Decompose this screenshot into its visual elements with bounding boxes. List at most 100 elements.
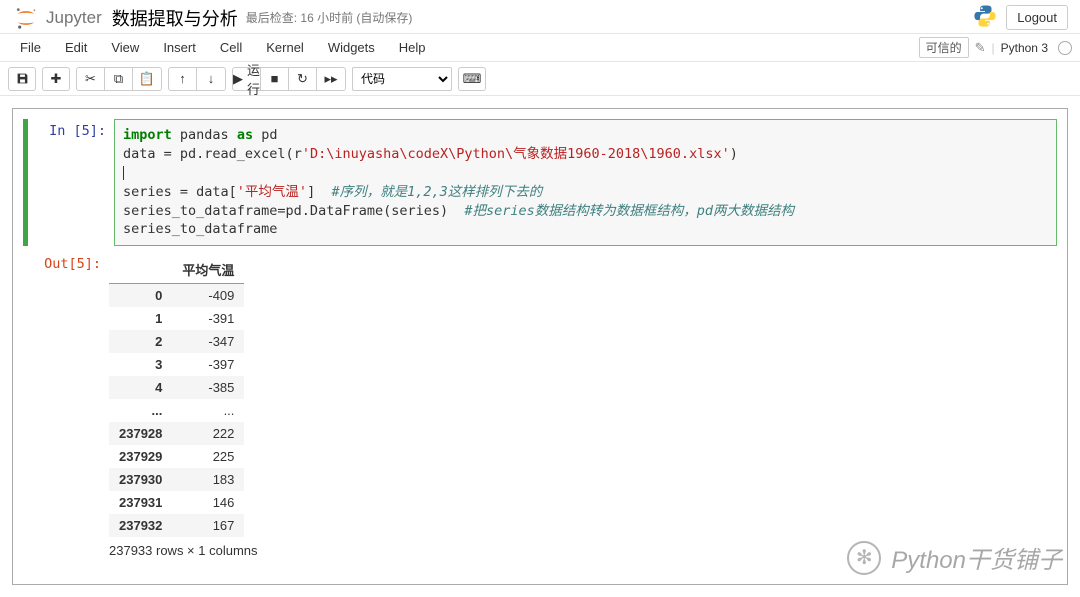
watermark-text: Python干货铺子 [891,540,1062,575]
table-row: 1-391 [109,307,244,330]
row-value: ... [172,399,244,422]
plus-icon: ✚ [51,71,62,87]
row-index: ... [109,399,172,422]
row-index: 237930 [109,468,172,491]
table-row: 2-347 [109,330,244,353]
divider: | [992,41,995,55]
save-status: 最后检查: 16 小时前 (自动保存) [246,9,413,26]
row-index: 4 [109,376,172,399]
row-value: -347 [172,330,244,353]
output-body: 平均气温 0-4091-3912-3473-3974-385......2379… [109,252,1057,558]
input-prompt: In [5]: [28,119,114,246]
row-index: 2 [109,330,172,353]
table-row: 237929225 [109,445,244,468]
kernel-name[interactable]: Python 3 [1001,41,1052,55]
notebook-inner: In [5]: import pandas as pd data = pd.re… [12,108,1068,585]
arrow-down-icon: ↓ [208,71,215,86]
table-row: 4-385 [109,376,244,399]
row-value: -397 [172,353,244,376]
interrupt-button[interactable]: ■ [261,68,289,90]
header-right: Logout [972,3,1068,32]
wechat-icon: ✻ [847,541,881,575]
menu-insert[interactable]: Insert [151,36,208,59]
paste-icon: 📋 [139,71,155,87]
row-index: 237932 [109,514,172,537]
text-cursor [123,166,124,180]
logo-text: Jupyter [46,8,102,28]
toolbar: ✚ ✂ ⧉ 📋 ↑ ↓ ▶ 运行 ■ ↻ ▸▸ 代码 ⌨ [0,62,1080,96]
row-value: 225 [172,445,244,468]
celltype-select[interactable]: 代码 [352,67,452,91]
menu-cell[interactable]: Cell [208,36,254,59]
menu-help[interactable]: Help [387,36,438,59]
row-value: 167 [172,514,244,537]
clipboard-group: ✂ ⧉ 📋 [76,67,162,91]
menu-view[interactable]: View [99,36,151,59]
table-row: 237931146 [109,491,244,514]
run-group: ▶ 运行 ■ ↻ ▸▸ [232,67,346,91]
paste-button[interactable]: 📋 [133,68,161,90]
restart-icon: ↻ [297,71,308,87]
row-value: 222 [172,422,244,445]
scissors-icon: ✂ [85,71,96,87]
row-index: 1 [109,307,172,330]
move-group: ↑ ↓ [168,67,226,91]
run-button[interactable]: ▶ 运行 [233,68,261,90]
restart-button[interactable]: ↻ [289,68,317,90]
row-index: 237931 [109,491,172,514]
jupyter-logo[interactable]: Jupyter [12,4,102,32]
row-value: -391 [172,307,244,330]
row-index: 237929 [109,445,172,468]
menu-widgets[interactable]: Widgets [316,36,387,59]
copy-button[interactable]: ⧉ [105,68,133,90]
table-row: 0-409 [109,284,244,308]
row-value: 183 [172,468,244,491]
run-label: 运行 [247,60,260,98]
table-row: ...... [109,399,244,422]
row-value: -409 [172,284,244,308]
keyboard-icon: ⌨ [463,71,482,87]
output-area: Out[5]: 平均气温 0-4091-3912-3473-3974-385..… [23,252,1057,558]
copy-icon: ⧉ [114,71,123,87]
add-cell-button[interactable]: ✚ [42,67,70,91]
menu-kernel[interactable]: Kernel [254,36,316,59]
restart-run-all-button[interactable]: ▸▸ [317,68,345,90]
table-row: 237932167 [109,514,244,537]
menu-edit[interactable]: Edit [53,36,99,59]
kernel-idle-icon[interactable] [1058,41,1072,55]
fast-forward-icon: ▸▸ [324,71,337,87]
dataframe-table: 平均气温 0-4091-3912-3473-3974-385......2379… [109,256,244,537]
move-up-button[interactable]: ↑ [169,68,197,90]
move-down-button[interactable]: ↓ [197,68,225,90]
row-index: 0 [109,284,172,308]
python-icon [972,3,998,32]
code-input[interactable]: import pandas as pd data = pd.read_excel… [114,119,1057,246]
table-row: 237928222 [109,422,244,445]
notebook-name[interactable]: 数据提取与分析 [112,5,238,31]
menubar: File Edit View Insert Cell Kernel Widget… [0,34,1080,62]
menu-file[interactable]: File [8,36,53,59]
logout-button[interactable]: Logout [1006,5,1068,30]
row-value: 146 [172,491,244,514]
header-bar: Jupyter 数据提取与分析 最后检查: 16 小时前 (自动保存) Logo… [0,0,1080,34]
save-button[interactable] [8,67,36,91]
df-column-header: 平均气温 [172,256,244,284]
watermark: ✻ Python干货铺子 [847,540,1062,575]
table-row: 237930183 [109,468,244,491]
row-index: 3 [109,353,172,376]
command-palette-button[interactable]: ⌨ [458,67,486,91]
cut-button[interactable]: ✂ [77,68,105,90]
row-index: 237928 [109,422,172,445]
run-icon: ▶ [233,71,243,87]
code-cell[interactable]: In [5]: import pandas as pd data = pd.re… [23,119,1057,246]
save-icon [16,72,29,85]
trusted-indicator[interactable]: 可信的 [919,37,969,58]
row-value: -385 [172,376,244,399]
notebook-container: In [5]: import pandas as pd data = pd.re… [0,96,1080,597]
arrow-up-icon: ↑ [179,71,186,86]
output-prompt: Out[5]: [23,252,109,558]
jupyter-icon [12,4,40,32]
table-row: 3-397 [109,353,244,376]
edit-mode-icon[interactable]: ✎ [975,40,986,56]
stop-icon: ■ [271,71,279,86]
